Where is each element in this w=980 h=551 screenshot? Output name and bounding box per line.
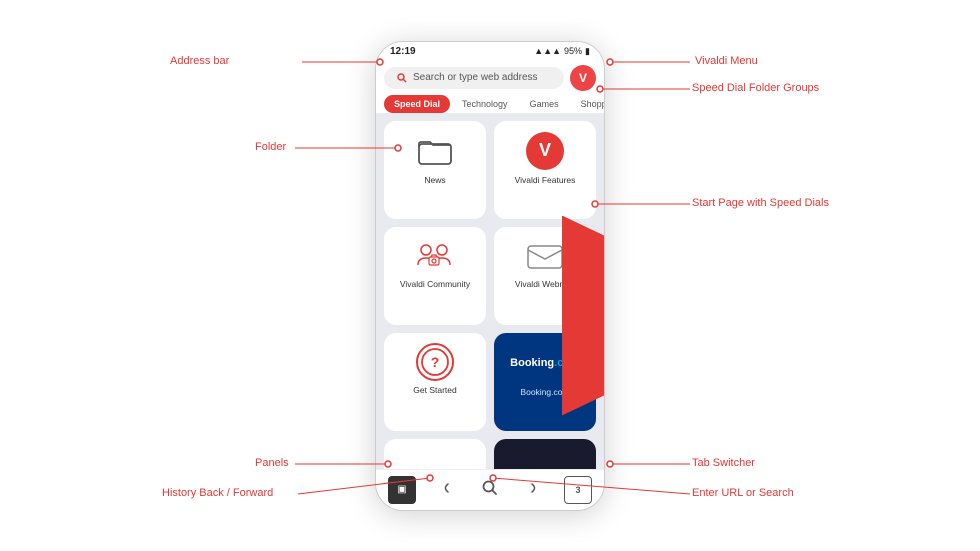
- tab-switcher-button[interactable]: 3: [564, 476, 592, 504]
- address-placeholder: Search or type web address: [413, 72, 538, 83]
- community-icon: [416, 240, 454, 272]
- battery-text: 95%: [564, 46, 582, 56]
- tab-count-icon: 3: [575, 485, 580, 495]
- forward-icon: [527, 481, 541, 498]
- annotation-speed-dial-groups: Speed Dial Folder Groups: [692, 82, 819, 94]
- bottom-nav: ▣ 3: [376, 469, 604, 510]
- phone-mockup: 12:19 ▲▲▲ 95% ▮ Search or type we: [375, 41, 605, 511]
- tab-speed-dial[interactable]: Speed Dial: [384, 95, 450, 113]
- booking-icon-area: Booking.com: [525, 343, 565, 383]
- vivaldi-large-icon: V: [526, 132, 564, 170]
- address-input[interactable]: Search or type web address: [384, 67, 564, 89]
- back-icon: [439, 481, 453, 498]
- back-button[interactable]: [432, 476, 460, 504]
- search-nav-icon: [482, 480, 498, 499]
- panels-button[interactable]: ▣: [388, 476, 416, 504]
- annotation-enter-url: Enter URL or Search: [692, 487, 794, 499]
- vivaldi-icon-area: V: [525, 131, 565, 171]
- status-bar: 12:19 ▲▲▲ 95% ▮: [376, 42, 604, 61]
- dial-news-label: News: [424, 175, 445, 185]
- partial-tile-1: [384, 439, 486, 469]
- annotation-address-bar: Address bar: [170, 55, 229, 67]
- partial-tile-2: [494, 439, 596, 469]
- status-indicators: ▲▲▲ 95% ▮: [534, 46, 590, 57]
- search-icon: [396, 72, 408, 84]
- speed-dial-tabs: Speed Dial Technology Games Shopping De.…: [376, 95, 604, 113]
- svg-text:?: ?: [431, 354, 440, 370]
- forward-button[interactable]: [520, 476, 548, 504]
- vivaldi-menu-button[interactable]: V: [570, 65, 596, 91]
- getstarted-icon: ?: [420, 347, 450, 377]
- address-bar[interactable]: Search or type web address V: [376, 61, 604, 95]
- annotation-folder: Folder: [255, 141, 286, 153]
- dial-community[interactable]: Vivaldi Community: [384, 227, 486, 325]
- dial-vivaldi-features-label: Vivaldi Features: [515, 175, 576, 185]
- dial-community-label: Vivaldi Community: [400, 279, 470, 289]
- tab-games[interactable]: Games: [520, 95, 569, 113]
- tab-shopping[interactable]: Shopping: [571, 95, 604, 113]
- dial-get-started-label: Get Started: [413, 385, 456, 395]
- dial-vivaldi-features[interactable]: V Vivaldi Features: [494, 121, 596, 219]
- folder-icon-area: [415, 131, 455, 171]
- folder-icon: [418, 137, 452, 165]
- webmail-icon: [527, 242, 563, 270]
- diagram-container: Address bar Vivaldi Menu Speed Dial Fold…: [0, 0, 980, 551]
- battery-icon: ▮: [585, 46, 590, 57]
- annotation-start-page: Start Page with Speed Dials: [692, 197, 829, 209]
- community-icon-area: [416, 237, 454, 275]
- tab-technology[interactable]: Technology: [452, 95, 518, 113]
- signal-icon: ▲▲▲: [534, 46, 561, 56]
- partial-row: [376, 439, 604, 469]
- annotation-panels: Panels: [255, 457, 289, 469]
- annotation-history: History Back / Forward: [162, 487, 273, 499]
- vivaldi-v-icon: V: [579, 71, 587, 85]
- dial-news[interactable]: News: [384, 121, 486, 219]
- getstarted-icon-area: ?: [416, 343, 454, 381]
- annotation-tab-switcher: Tab Switcher: [692, 457, 755, 469]
- dial-get-started[interactable]: ? Get Started: [384, 333, 486, 431]
- panels-icon: ▣: [397, 484, 406, 495]
- status-time: 12:19: [390, 46, 416, 57]
- search-button[interactable]: [476, 476, 504, 504]
- webmail-icon-area: [526, 237, 564, 275]
- annotation-vivaldi-menu: Vivaldi Menu: [695, 55, 758, 67]
